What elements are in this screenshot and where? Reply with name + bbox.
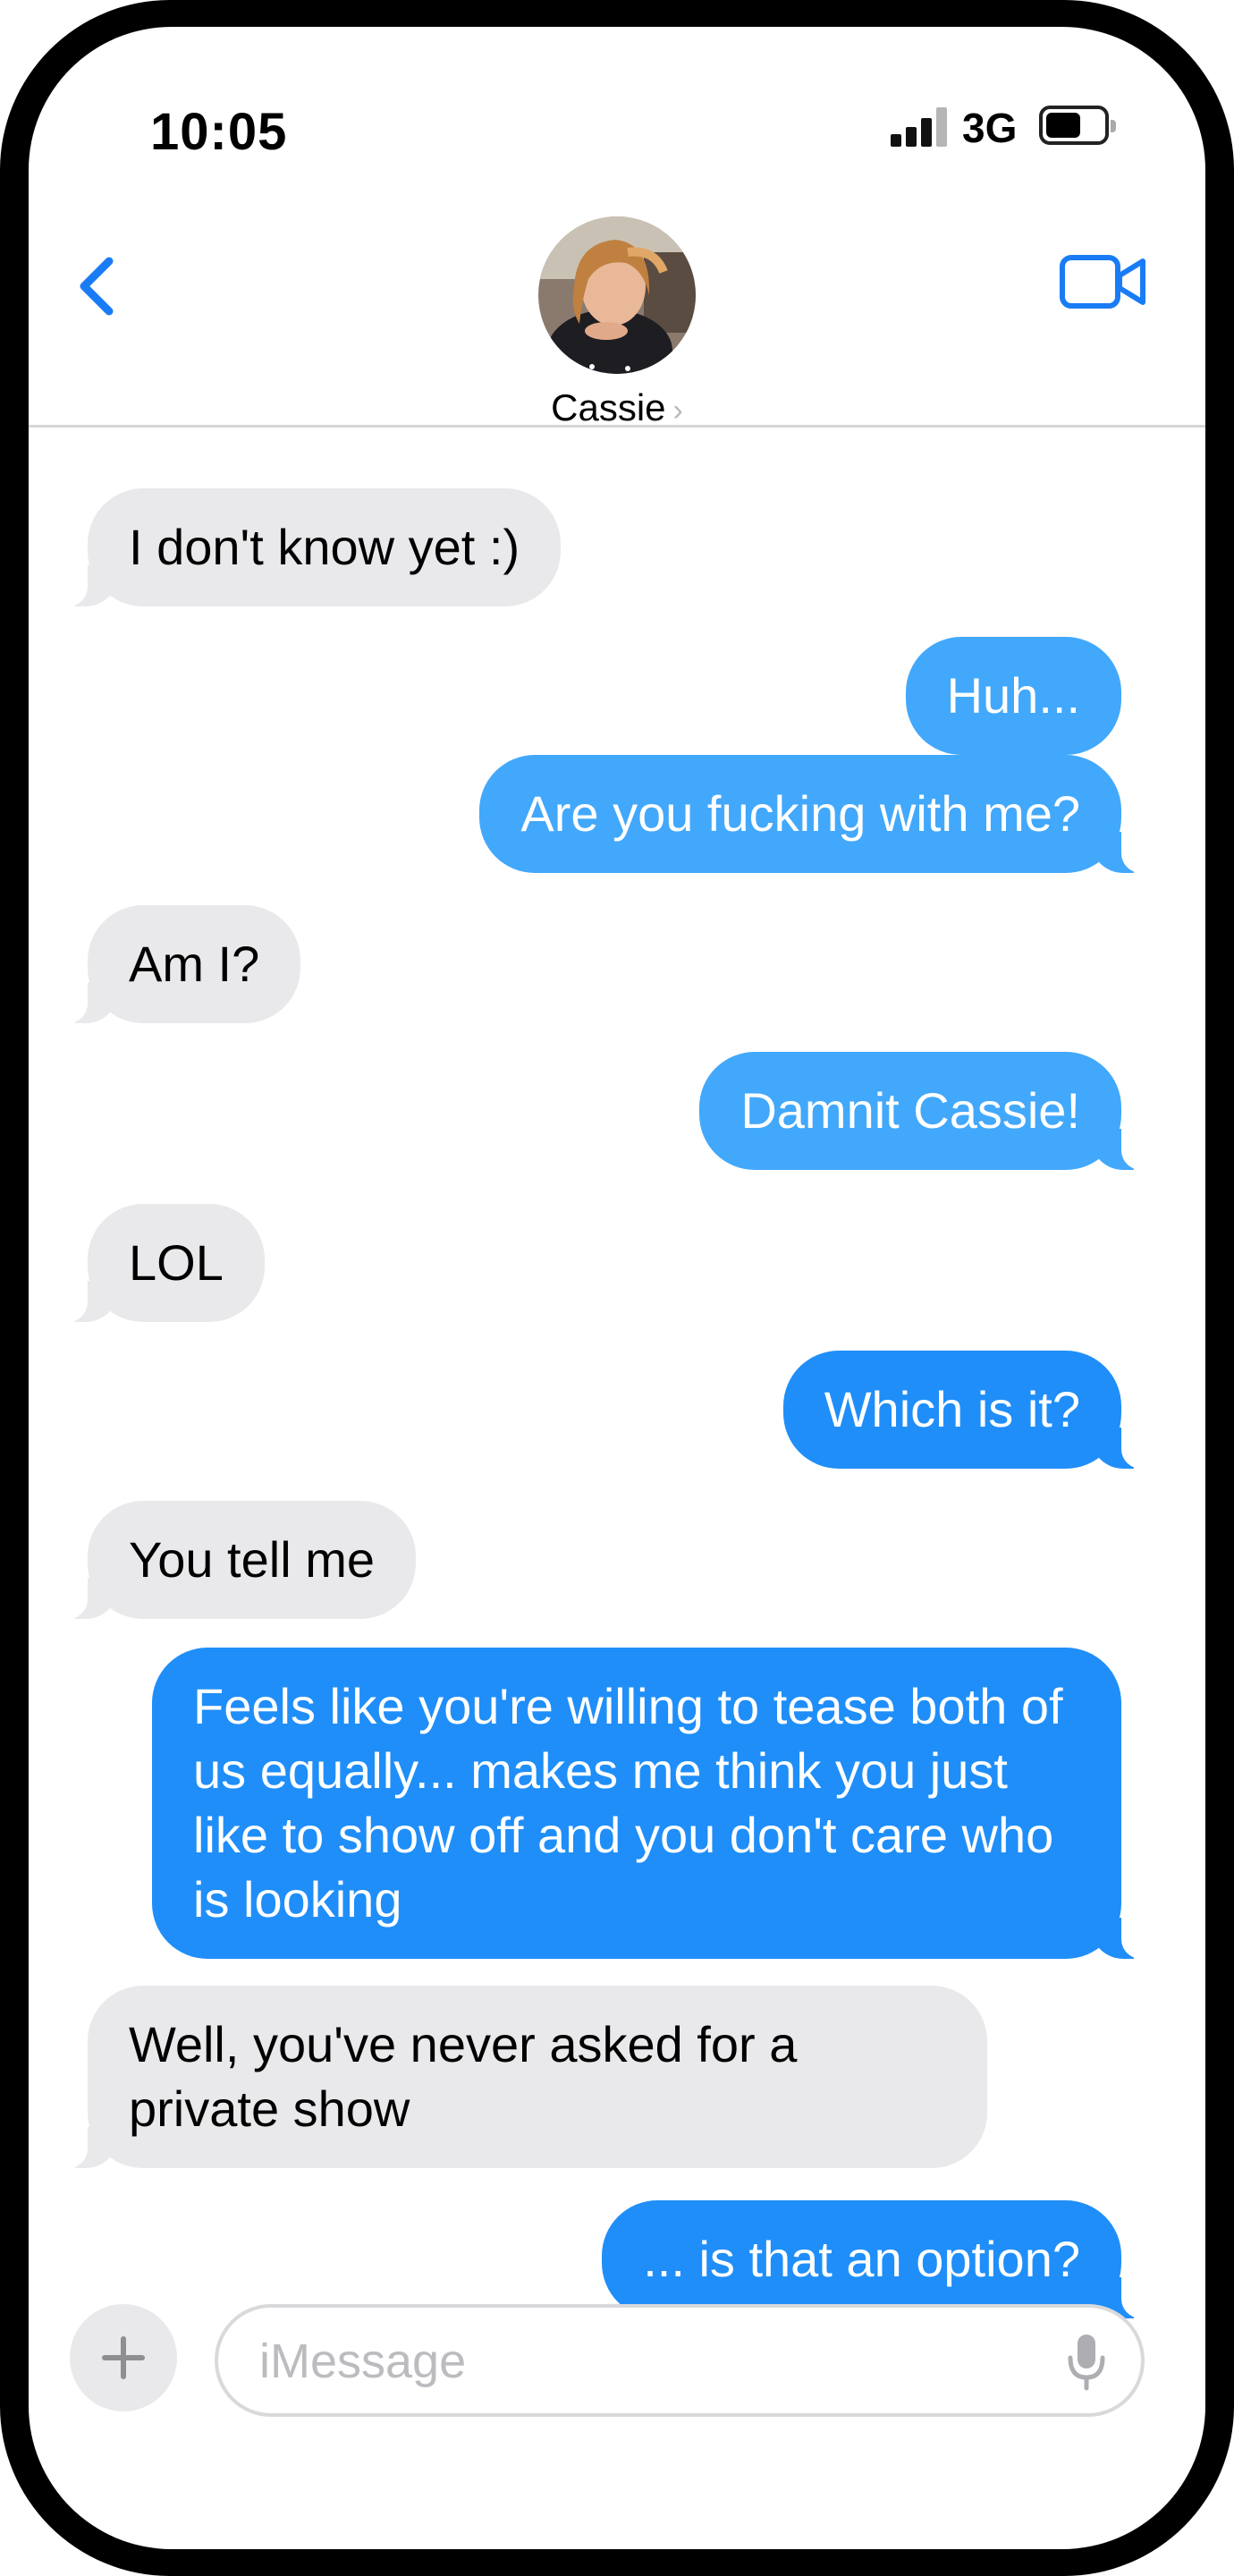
message-bubble-outgoing[interactable]: Which is it? bbox=[782, 1351, 1154, 1469]
signal-bars-icon bbox=[891, 107, 948, 147]
phone-frame: 10:05 3G Cassie › I don't know yet:) Hu… bbox=[0, 0, 1234, 2576]
message-bubble-outgoing[interactable]: Damnit Cassie! bbox=[699, 1052, 1154, 1170]
apps-plus-button[interactable] bbox=[70, 2304, 177, 2411]
message-bubble-incoming[interactable]: LOL bbox=[55, 1204, 265, 1322]
imessage-input[interactable] bbox=[258, 2327, 991, 2395]
message-input-field[interactable] bbox=[215, 2304, 1145, 2417]
battery-icon bbox=[1039, 106, 1116, 145]
contact-name-label: Cassie bbox=[551, 386, 666, 428]
message-bubble-incoming[interactable]: I don't know yet :) bbox=[55, 488, 562, 606]
video-camera-icon bbox=[1060, 255, 1145, 309]
message-bubble-incoming[interactable]: Well, you've never asked for a private s… bbox=[55, 1986, 987, 2168]
message-bubble-incoming[interactable]: Am I? bbox=[55, 905, 301, 1023]
conversation-header: Cassie › bbox=[29, 188, 1205, 428]
status-time: 10:05 bbox=[150, 103, 288, 161]
message-bubble-outgoing[interactable]: Are you fucking with me? bbox=[479, 755, 1154, 873]
screen: 10:05 3G Cassie › I don't know yet:) Hu… bbox=[29, 27, 1205, 2549]
message-bubble-outgoing[interactable]: ... is that an option? bbox=[602, 2200, 1154, 2318]
message-bubble-outgoing[interactable]: Huh... bbox=[905, 637, 1121, 755]
contact-name[interactable]: Cassie › bbox=[29, 386, 1205, 429]
contact-avatar[interactable] bbox=[538, 216, 696, 374]
back-button[interactable] bbox=[64, 242, 136, 331]
facetime-video-button[interactable] bbox=[1059, 250, 1148, 313]
chevron-right-icon: › bbox=[672, 394, 683, 428]
status-bar: 10:05 3G bbox=[29, 27, 1205, 188]
microphone-icon[interactable] bbox=[1066, 2333, 1107, 2392]
back-chevron-icon bbox=[80, 257, 114, 316]
message-bubble-incoming[interactable]: You tell me bbox=[55, 1501, 416, 1619]
message-bubble-outgoing[interactable]: Feels like you're willing to tease both … bbox=[152, 1648, 1154, 1959]
network-type: 3G bbox=[962, 105, 1018, 151]
